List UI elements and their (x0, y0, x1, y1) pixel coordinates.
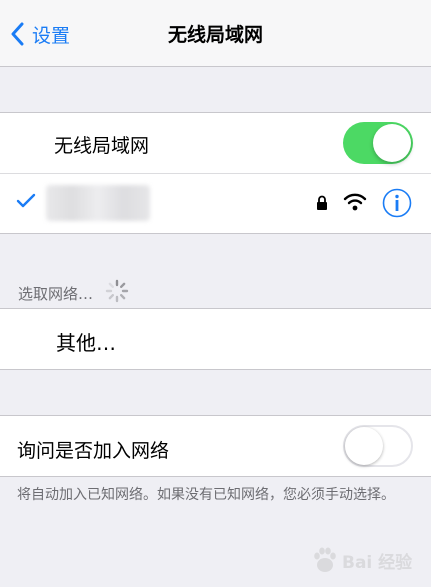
ask-to-join-footer: 将自动加入已知网络。如果没有已知网络，您必须手动选择。 (17, 487, 395, 503)
choose-network-label: 选取网络… (18, 284, 94, 303)
other-network-row[interactable]: 其他… (0, 309, 431, 369)
wifi-signal-icon (343, 192, 367, 216)
info-icon[interactable] (382, 188, 412, 222)
wifi-label: 无线局域网 (54, 135, 150, 157)
connected-network-row[interactable] (0, 173, 431, 233)
loading-spinner-icon (105, 279, 129, 307)
ask-to-join-row: 询问是否加入网络 (0, 416, 431, 476)
watermark-text: Bai 经验 (342, 552, 413, 573)
ask-to-join-group: 询问是否加入网络 (0, 415, 431, 477)
baidu-watermark: Bai 经验 (312, 538, 424, 582)
checkmark-icon (16, 193, 36, 213)
navigation-bar: 设置 无线局域网 (0, 0, 431, 67)
toggle-knob (345, 427, 383, 465)
ask-to-join-toggle[interactable] (343, 425, 413, 467)
other-network-group: 其他… (0, 308, 431, 370)
wifi-toggle[interactable] (343, 122, 413, 164)
ask-to-join-label: 询问是否加入网络 (17, 440, 170, 462)
other-network-label: 其他… (56, 331, 116, 355)
page-title: 无线局域网 (167, 24, 263, 46)
toggle-knob (373, 124, 411, 162)
connected-network-name (46, 185, 150, 221)
lock-icon (316, 195, 328, 215)
wifi-group: 无线局域网 (0, 112, 431, 234)
choose-network-header: 选取网络… (18, 279, 129, 307)
paw-icon (314, 547, 336, 572)
wifi-toggle-row: 无线局域网 (0, 113, 431, 173)
